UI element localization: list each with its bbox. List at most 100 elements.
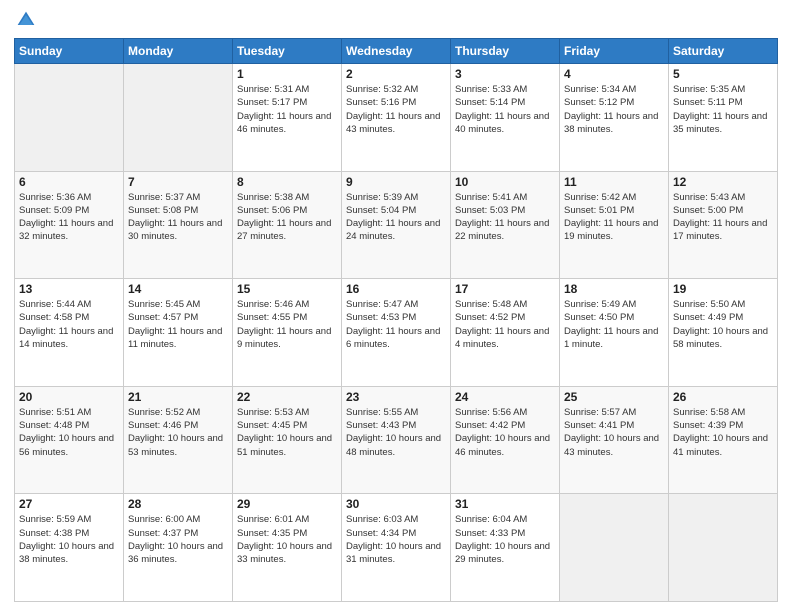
cell-content: Sunrise: 5:32 AM Sunset: 5:16 PM Dayligh…	[346, 83, 446, 136]
cell-content: Sunrise: 5:58 AM Sunset: 4:39 PM Dayligh…	[673, 406, 773, 459]
daylight-label: Daylight: 10 hours and 46 minutes.	[455, 433, 550, 457]
sunset-label: Sunset: 5:08 PM	[128, 205, 198, 216]
sunrise-label: Sunrise: 6:00 AM	[128, 514, 200, 525]
day-number: 11	[564, 175, 664, 189]
cell-content: Sunrise: 5:42 AM Sunset: 5:01 PM Dayligh…	[564, 191, 664, 244]
sunset-label: Sunset: 4:48 PM	[19, 420, 89, 431]
cell-content: Sunrise: 5:49 AM Sunset: 4:50 PM Dayligh…	[564, 298, 664, 351]
day-number: 31	[455, 497, 555, 511]
day-number: 27	[19, 497, 119, 511]
day-number: 24	[455, 390, 555, 404]
cell-content: Sunrise: 6:01 AM Sunset: 4:35 PM Dayligh…	[237, 513, 337, 566]
day-number: 18	[564, 282, 664, 296]
calendar-cell: 19 Sunrise: 5:50 AM Sunset: 4:49 PM Dayl…	[669, 279, 778, 387]
calendar-cell	[560, 494, 669, 602]
daylight-label: Daylight: 11 hours and 46 minutes.	[237, 111, 331, 135]
logo	[14, 10, 36, 30]
sunrise-label: Sunrise: 5:33 AM	[455, 84, 527, 95]
sunset-label: Sunset: 4:55 PM	[237, 312, 307, 323]
weekday-header-wednesday: Wednesday	[342, 39, 451, 64]
calendar-cell	[124, 64, 233, 172]
daylight-label: Daylight: 10 hours and 33 minutes.	[237, 541, 332, 565]
cell-content: Sunrise: 5:39 AM Sunset: 5:04 PM Dayligh…	[346, 191, 446, 244]
daylight-label: Daylight: 10 hours and 31 minutes.	[346, 541, 441, 565]
cell-content: Sunrise: 6:04 AM Sunset: 4:33 PM Dayligh…	[455, 513, 555, 566]
sunset-label: Sunset: 5:03 PM	[455, 205, 525, 216]
cell-content: Sunrise: 5:36 AM Sunset: 5:09 PM Dayligh…	[19, 191, 119, 244]
weekday-header-row: SundayMondayTuesdayWednesdayThursdayFrid…	[15, 39, 778, 64]
sunset-label: Sunset: 4:57 PM	[128, 312, 198, 323]
cell-content: Sunrise: 5:56 AM Sunset: 4:42 PM Dayligh…	[455, 406, 555, 459]
day-number: 16	[346, 282, 446, 296]
daylight-label: Daylight: 11 hours and 32 minutes.	[19, 218, 113, 242]
calendar-cell: 17 Sunrise: 5:48 AM Sunset: 4:52 PM Dayl…	[451, 279, 560, 387]
daylight-label: Daylight: 10 hours and 43 minutes.	[564, 433, 659, 457]
sunrise-label: Sunrise: 5:45 AM	[128, 299, 200, 310]
daylight-label: Daylight: 11 hours and 6 minutes.	[346, 326, 440, 350]
sunrise-label: Sunrise: 5:52 AM	[128, 407, 200, 418]
sunrise-label: Sunrise: 5:41 AM	[455, 192, 527, 203]
sunrise-label: Sunrise: 5:42 AM	[564, 192, 636, 203]
daylight-label: Daylight: 11 hours and 35 minutes.	[673, 111, 767, 135]
sunset-label: Sunset: 4:41 PM	[564, 420, 634, 431]
calendar-cell	[15, 64, 124, 172]
daylight-label: Daylight: 11 hours and 17 minutes.	[673, 218, 767, 242]
sunrise-label: Sunrise: 5:43 AM	[673, 192, 745, 203]
daylight-label: Daylight: 10 hours and 38 minutes.	[19, 541, 114, 565]
cell-content: Sunrise: 5:31 AM Sunset: 5:17 PM Dayligh…	[237, 83, 337, 136]
page-container: SundayMondayTuesdayWednesdayThursdayFrid…	[0, 0, 792, 612]
week-row-1: 1 Sunrise: 5:31 AM Sunset: 5:17 PM Dayli…	[15, 64, 778, 172]
daylight-label: Daylight: 11 hours and 11 minutes.	[128, 326, 222, 350]
sunset-label: Sunset: 5:06 PM	[237, 205, 307, 216]
daylight-label: Daylight: 11 hours and 1 minute.	[564, 326, 658, 350]
week-row-3: 13 Sunrise: 5:44 AM Sunset: 4:58 PM Dayl…	[15, 279, 778, 387]
week-row-5: 27 Sunrise: 5:59 AM Sunset: 4:38 PM Dayl…	[15, 494, 778, 602]
cell-content: Sunrise: 5:34 AM Sunset: 5:12 PM Dayligh…	[564, 83, 664, 136]
sunset-label: Sunset: 4:38 PM	[19, 528, 89, 539]
cell-content: Sunrise: 6:00 AM Sunset: 4:37 PM Dayligh…	[128, 513, 228, 566]
sunrise-label: Sunrise: 5:53 AM	[237, 407, 309, 418]
sunset-label: Sunset: 4:58 PM	[19, 312, 89, 323]
day-number: 26	[673, 390, 773, 404]
sunset-label: Sunset: 4:34 PM	[346, 528, 416, 539]
daylight-label: Daylight: 10 hours and 48 minutes.	[346, 433, 441, 457]
calendar-cell: 23 Sunrise: 5:55 AM Sunset: 4:43 PM Dayl…	[342, 386, 451, 494]
daylight-label: Daylight: 11 hours and 27 minutes.	[237, 218, 331, 242]
week-row-4: 20 Sunrise: 5:51 AM Sunset: 4:48 PM Dayl…	[15, 386, 778, 494]
calendar-cell: 28 Sunrise: 6:00 AM Sunset: 4:37 PM Dayl…	[124, 494, 233, 602]
day-number: 19	[673, 282, 773, 296]
sunset-label: Sunset: 4:49 PM	[673, 312, 743, 323]
logo-icon	[16, 10, 36, 30]
cell-content: Sunrise: 5:53 AM Sunset: 4:45 PM Dayligh…	[237, 406, 337, 459]
cell-content: Sunrise: 5:55 AM Sunset: 4:43 PM Dayligh…	[346, 406, 446, 459]
calendar-cell: 30 Sunrise: 6:03 AM Sunset: 4:34 PM Dayl…	[342, 494, 451, 602]
day-number: 9	[346, 175, 446, 189]
sunset-label: Sunset: 4:52 PM	[455, 312, 525, 323]
calendar-cell: 18 Sunrise: 5:49 AM Sunset: 4:50 PM Dayl…	[560, 279, 669, 387]
daylight-label: Daylight: 11 hours and 22 minutes.	[455, 218, 549, 242]
day-number: 28	[128, 497, 228, 511]
daylight-label: Daylight: 10 hours and 36 minutes.	[128, 541, 223, 565]
cell-content: Sunrise: 5:51 AM Sunset: 4:48 PM Dayligh…	[19, 406, 119, 459]
sunrise-label: Sunrise: 5:35 AM	[673, 84, 745, 95]
cell-content: Sunrise: 5:48 AM Sunset: 4:52 PM Dayligh…	[455, 298, 555, 351]
calendar-cell: 21 Sunrise: 5:52 AM Sunset: 4:46 PM Dayl…	[124, 386, 233, 494]
daylight-label: Daylight: 10 hours and 53 minutes.	[128, 433, 223, 457]
sunset-label: Sunset: 5:09 PM	[19, 205, 89, 216]
weekday-header-saturday: Saturday	[669, 39, 778, 64]
cell-content: Sunrise: 5:46 AM Sunset: 4:55 PM Dayligh…	[237, 298, 337, 351]
calendar-cell: 1 Sunrise: 5:31 AM Sunset: 5:17 PM Dayli…	[233, 64, 342, 172]
weekday-header-sunday: Sunday	[15, 39, 124, 64]
day-number: 30	[346, 497, 446, 511]
sunrise-label: Sunrise: 5:34 AM	[564, 84, 636, 95]
sunrise-label: Sunrise: 5:37 AM	[128, 192, 200, 203]
calendar-cell: 27 Sunrise: 5:59 AM Sunset: 4:38 PM Dayl…	[15, 494, 124, 602]
sunrise-label: Sunrise: 5:59 AM	[19, 514, 91, 525]
header	[14, 10, 778, 30]
sunset-label: Sunset: 5:04 PM	[346, 205, 416, 216]
day-number: 29	[237, 497, 337, 511]
calendar-cell: 2 Sunrise: 5:32 AM Sunset: 5:16 PM Dayli…	[342, 64, 451, 172]
daylight-label: Daylight: 11 hours and 19 minutes.	[564, 218, 658, 242]
sunrise-label: Sunrise: 5:39 AM	[346, 192, 418, 203]
week-row-2: 6 Sunrise: 5:36 AM Sunset: 5:09 PM Dayli…	[15, 171, 778, 279]
